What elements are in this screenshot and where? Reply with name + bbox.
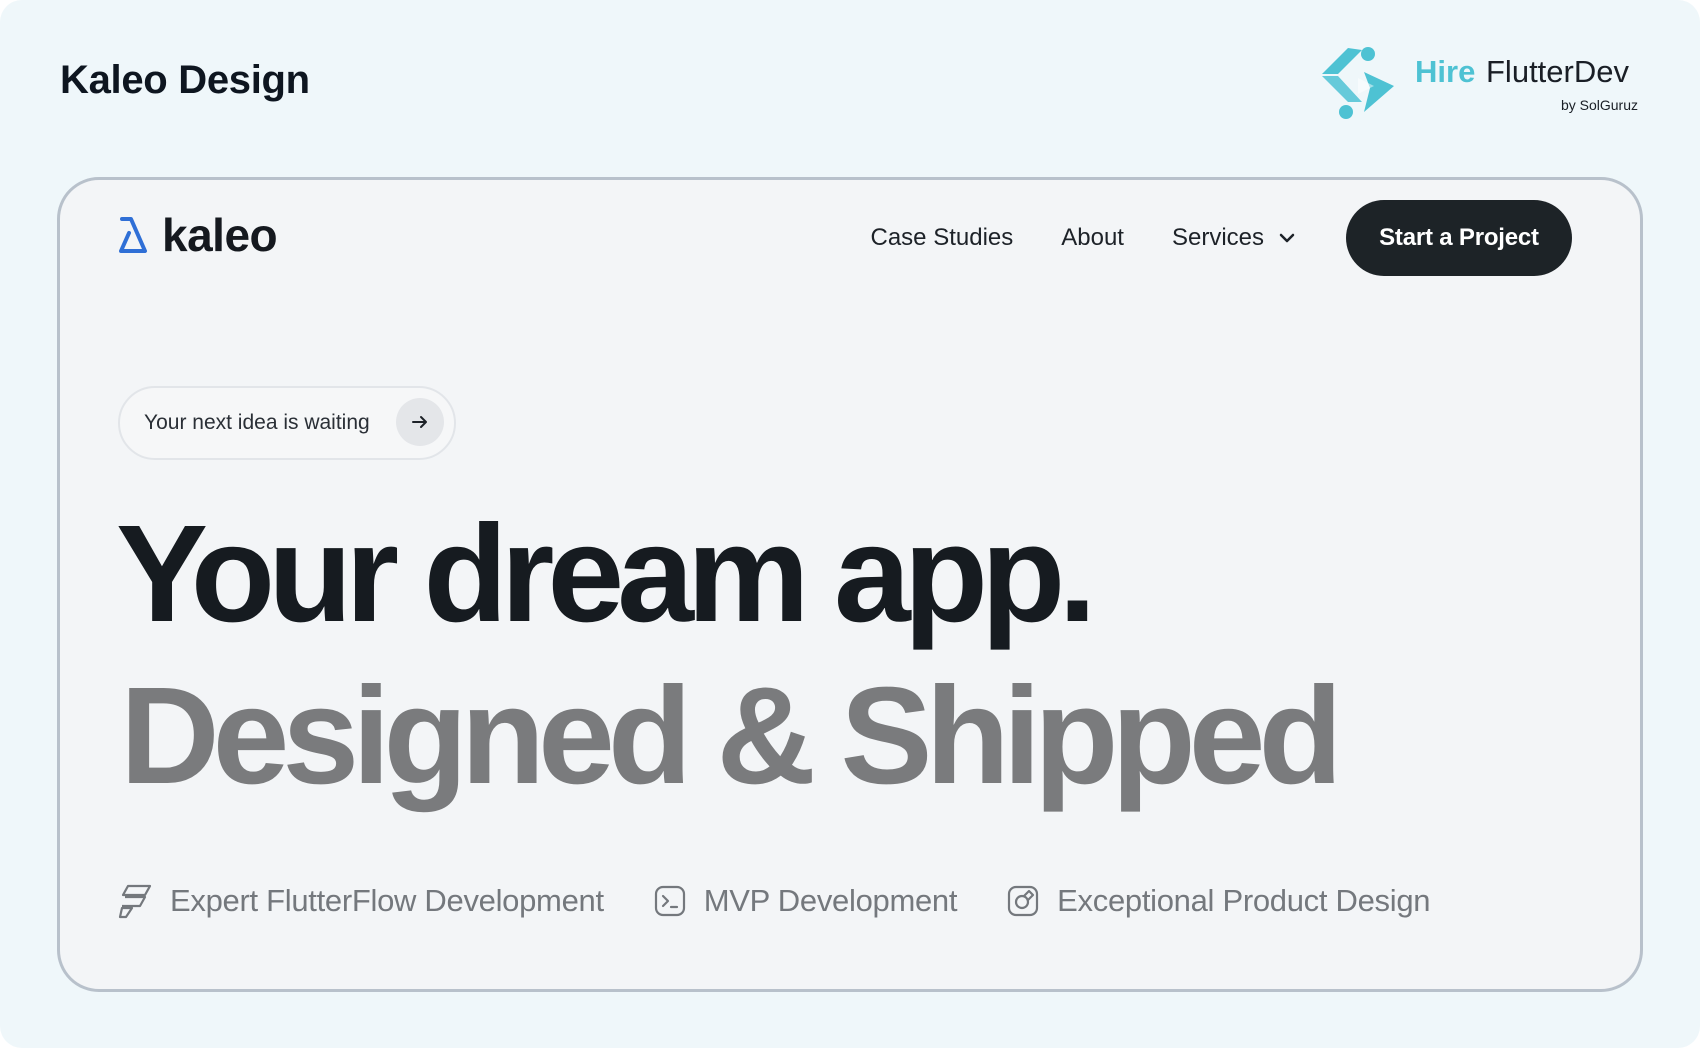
- feature-list: Expert FlutterFlow Development MVP Devel…: [118, 883, 1480, 919]
- hire-flutterdev-logo-icon: [1322, 47, 1394, 119]
- nav-services-dropdown[interactable]: Services: [1172, 224, 1296, 252]
- feature-item: Expert FlutterFlow Development: [118, 883, 604, 919]
- flutterflow-icon: [118, 884, 152, 919]
- nav-about[interactable]: About: [1061, 224, 1124, 252]
- brand-flutterdev-text: FlutterDev: [1486, 54, 1629, 89]
- logo-wordmark: kaleo: [162, 209, 278, 261]
- feature-label: Expert FlutterFlow Development: [170, 883, 604, 918]
- chevron-down-icon: [1279, 233, 1295, 243]
- kaleo-logo[interactable]: kaleo: [118, 209, 278, 261]
- main-nav: Case Studies About Services Start a Proj…: [871, 200, 1572, 276]
- idea-pill-link[interactable]: Your next idea is waiting: [118, 386, 456, 460]
- kaleo-logo-icon: [119, 217, 147, 253]
- terminal-icon: [654, 885, 685, 917]
- hero-headline-secondary: Designed & Shipped: [120, 659, 1343, 813]
- nav-services-label: Services: [1171, 224, 1264, 251]
- canvas-background: Kaleo Design Hire FlutterDev by SolGuruz…: [0, 0, 1700, 1048]
- brand-byline: by SolGuruz: [1560, 97, 1638, 113]
- feature-item: MVP Development: [654, 883, 957, 919]
- page-title: Kaleo Design: [60, 58, 310, 102]
- hero-headline-primary: Your dream app.: [116, 497, 1097, 651]
- website-preview-frame: kaleo Case Studies About Services Start …: [57, 177, 1643, 992]
- feature-item: Exceptional Product Design: [1007, 883, 1431, 919]
- hire-flutterdev-badge: Hire FlutterDev by SolGuruz: [1318, 46, 1638, 124]
- feature-label: Exceptional Product Design: [1057, 883, 1431, 918]
- nav-case-studies[interactable]: Case Studies: [871, 224, 1014, 252]
- design-icon: [1008, 885, 1039, 917]
- pill-text: Your next idea is waiting: [144, 411, 370, 434]
- arrow-right-icon: [396, 398, 444, 446]
- brand-hire-text: Hire: [1415, 54, 1476, 89]
- feature-label: MVP Development: [703, 883, 958, 918]
- start-project-button[interactable]: Start a Project: [1346, 200, 1572, 276]
